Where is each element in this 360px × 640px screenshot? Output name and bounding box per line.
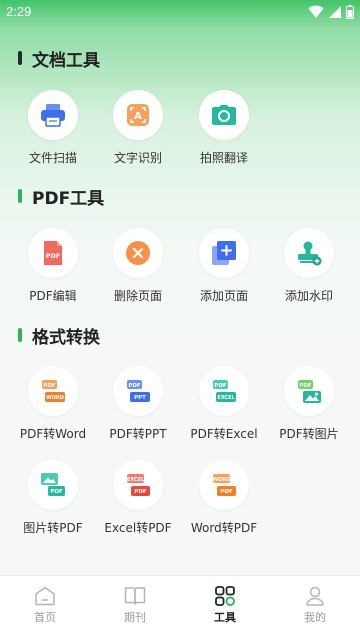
tool-label: Word转PDF [190,521,258,535]
svg-text:PDF: PDF [299,383,312,389]
svg-text:PDF: PDF [214,383,227,389]
pdf-to-excel-icon: PDF EXCEL [199,366,249,416]
tab-label: 首页 [34,611,56,624]
tool-label: PDF编辑 [29,289,77,303]
tool-image-to-pdf[interactable]: PDF 图片转PDF [11,460,95,540]
tool-label: Excel转PDF [104,521,172,535]
tool-label: 添加水印 [284,289,333,303]
section-marker [18,328,22,342]
tool-add-watermark[interactable]: 添加水印 [267,228,351,308]
word-to-pdf-icon: WORD PDF [199,460,249,510]
svg-text:PPT: PPT [134,395,146,401]
svg-text:PDF: PDF [46,252,61,260]
tool-label: 文件扫描 [28,151,77,165]
tool-delete-page[interactable]: 删除页面 [96,228,180,308]
tool-label: PDF转Word [19,427,87,441]
section-title-doc-tools: 文档工具 [18,46,100,71]
section-title-text: 文档工具 [32,50,100,71]
tool-add-page[interactable]: 添加页面 [182,228,266,308]
svg-text:PDF: PDF [134,489,147,495]
section-title-text: 格式转换 [32,327,100,348]
svg-text:A: A [134,111,142,122]
book-icon [124,587,146,605]
tool-label: 删除页面 [113,289,162,303]
camera-icon [199,90,249,140]
tab-tools[interactable]: 工具 [180,576,270,640]
delete-circle-icon [113,228,163,278]
tools-grid-icon [215,586,235,606]
pdf-to-ppt-icon: PDF PPT [113,366,163,416]
tool-file-scan[interactable]: 文件扫描 [11,90,95,170]
svg-text:WORD: WORD [46,395,64,401]
pdf-to-image-icon: PDF [284,366,334,416]
signal-icon [329,6,341,18]
status-time: 2:29 [6,4,32,19]
tool-photo-translate[interactable]: 拍照翻译 [182,90,266,170]
svg-text:PDF: PDF [43,383,56,389]
pdf-to-word-icon: PDF WORD [28,366,78,416]
text-scan-icon: A [113,90,163,140]
add-page-icon [199,228,249,278]
svg-text:PDF: PDF [128,383,141,389]
svg-text:WORD: WORD [213,477,231,483]
tools-screen: 2:29 文档工具 文件扫描 A 文字识别 拍照翻译 PDF工具 PDF PDF… [0,0,360,640]
section-title-format-convert: 格式转换 [18,323,100,348]
tool-pdf-to-ppt[interactable]: PDF PPT PDF转PPT [96,366,180,446]
tool-label: PDF转PPT [109,427,167,441]
printer-icon [28,90,78,140]
section-marker [18,189,22,203]
svg-text:PDF: PDF [220,489,233,495]
stamp-icon [284,228,334,278]
excel-to-pdf-icon: EXCEL PDF [113,460,163,510]
tool-pdf-to-excel[interactable]: PDF EXCEL PDF转Excel [182,366,266,446]
bottom-tab-bar: 首页 期刊 工具 我的 [0,575,360,640]
image-to-pdf-icon: PDF [28,460,78,510]
tool-pdf-to-word[interactable]: PDF WORD PDF转Word [11,366,95,446]
tab-journals[interactable]: 期刊 [90,576,180,640]
tool-word-to-pdf[interactable]: WORD PDF Word转PDF [182,460,266,540]
tool-pdf-to-image[interactable]: PDF PDF转图片 [267,366,351,446]
section-title-pdf-tools: PDF工具 [18,184,105,209]
tool-label: 拍照翻译 [199,151,248,165]
tool-label: PDF转图片 [279,427,339,441]
tool-text-recognition[interactable]: A 文字识别 [96,90,180,170]
status-bar: 2:29 [0,0,360,24]
tool-excel-to-pdf[interactable]: EXCEL PDF Excel转PDF [96,460,180,540]
user-icon [306,586,324,606]
section-title-text: PDF工具 [32,188,105,209]
tab-label: 工具 [214,611,236,624]
tool-pdf-edit[interactable]: PDF PDF编辑 [11,228,95,308]
tool-label: 文字识别 [113,151,162,165]
wifi-icon [308,5,324,18]
pdf-file-icon: PDF [28,228,78,278]
tool-label: PDF转Excel [190,427,258,441]
svg-text:PDF: PDF [50,489,63,495]
tab-label: 我的 [304,611,326,624]
tool-label: 添加页面 [199,289,248,303]
tab-mine[interactable]: 我的 [270,576,360,640]
svg-text:EXCEL: EXCEL [127,477,145,483]
home-icon [35,586,55,606]
tab-home[interactable]: 首页 [0,576,90,640]
battery-icon [346,5,354,19]
tab-label: 期刊 [124,611,146,624]
tool-label: 图片转PDF [23,521,83,535]
status-icons [308,4,354,20]
section-marker [18,51,22,65]
svg-text:EXCEL: EXCEL [217,395,235,401]
